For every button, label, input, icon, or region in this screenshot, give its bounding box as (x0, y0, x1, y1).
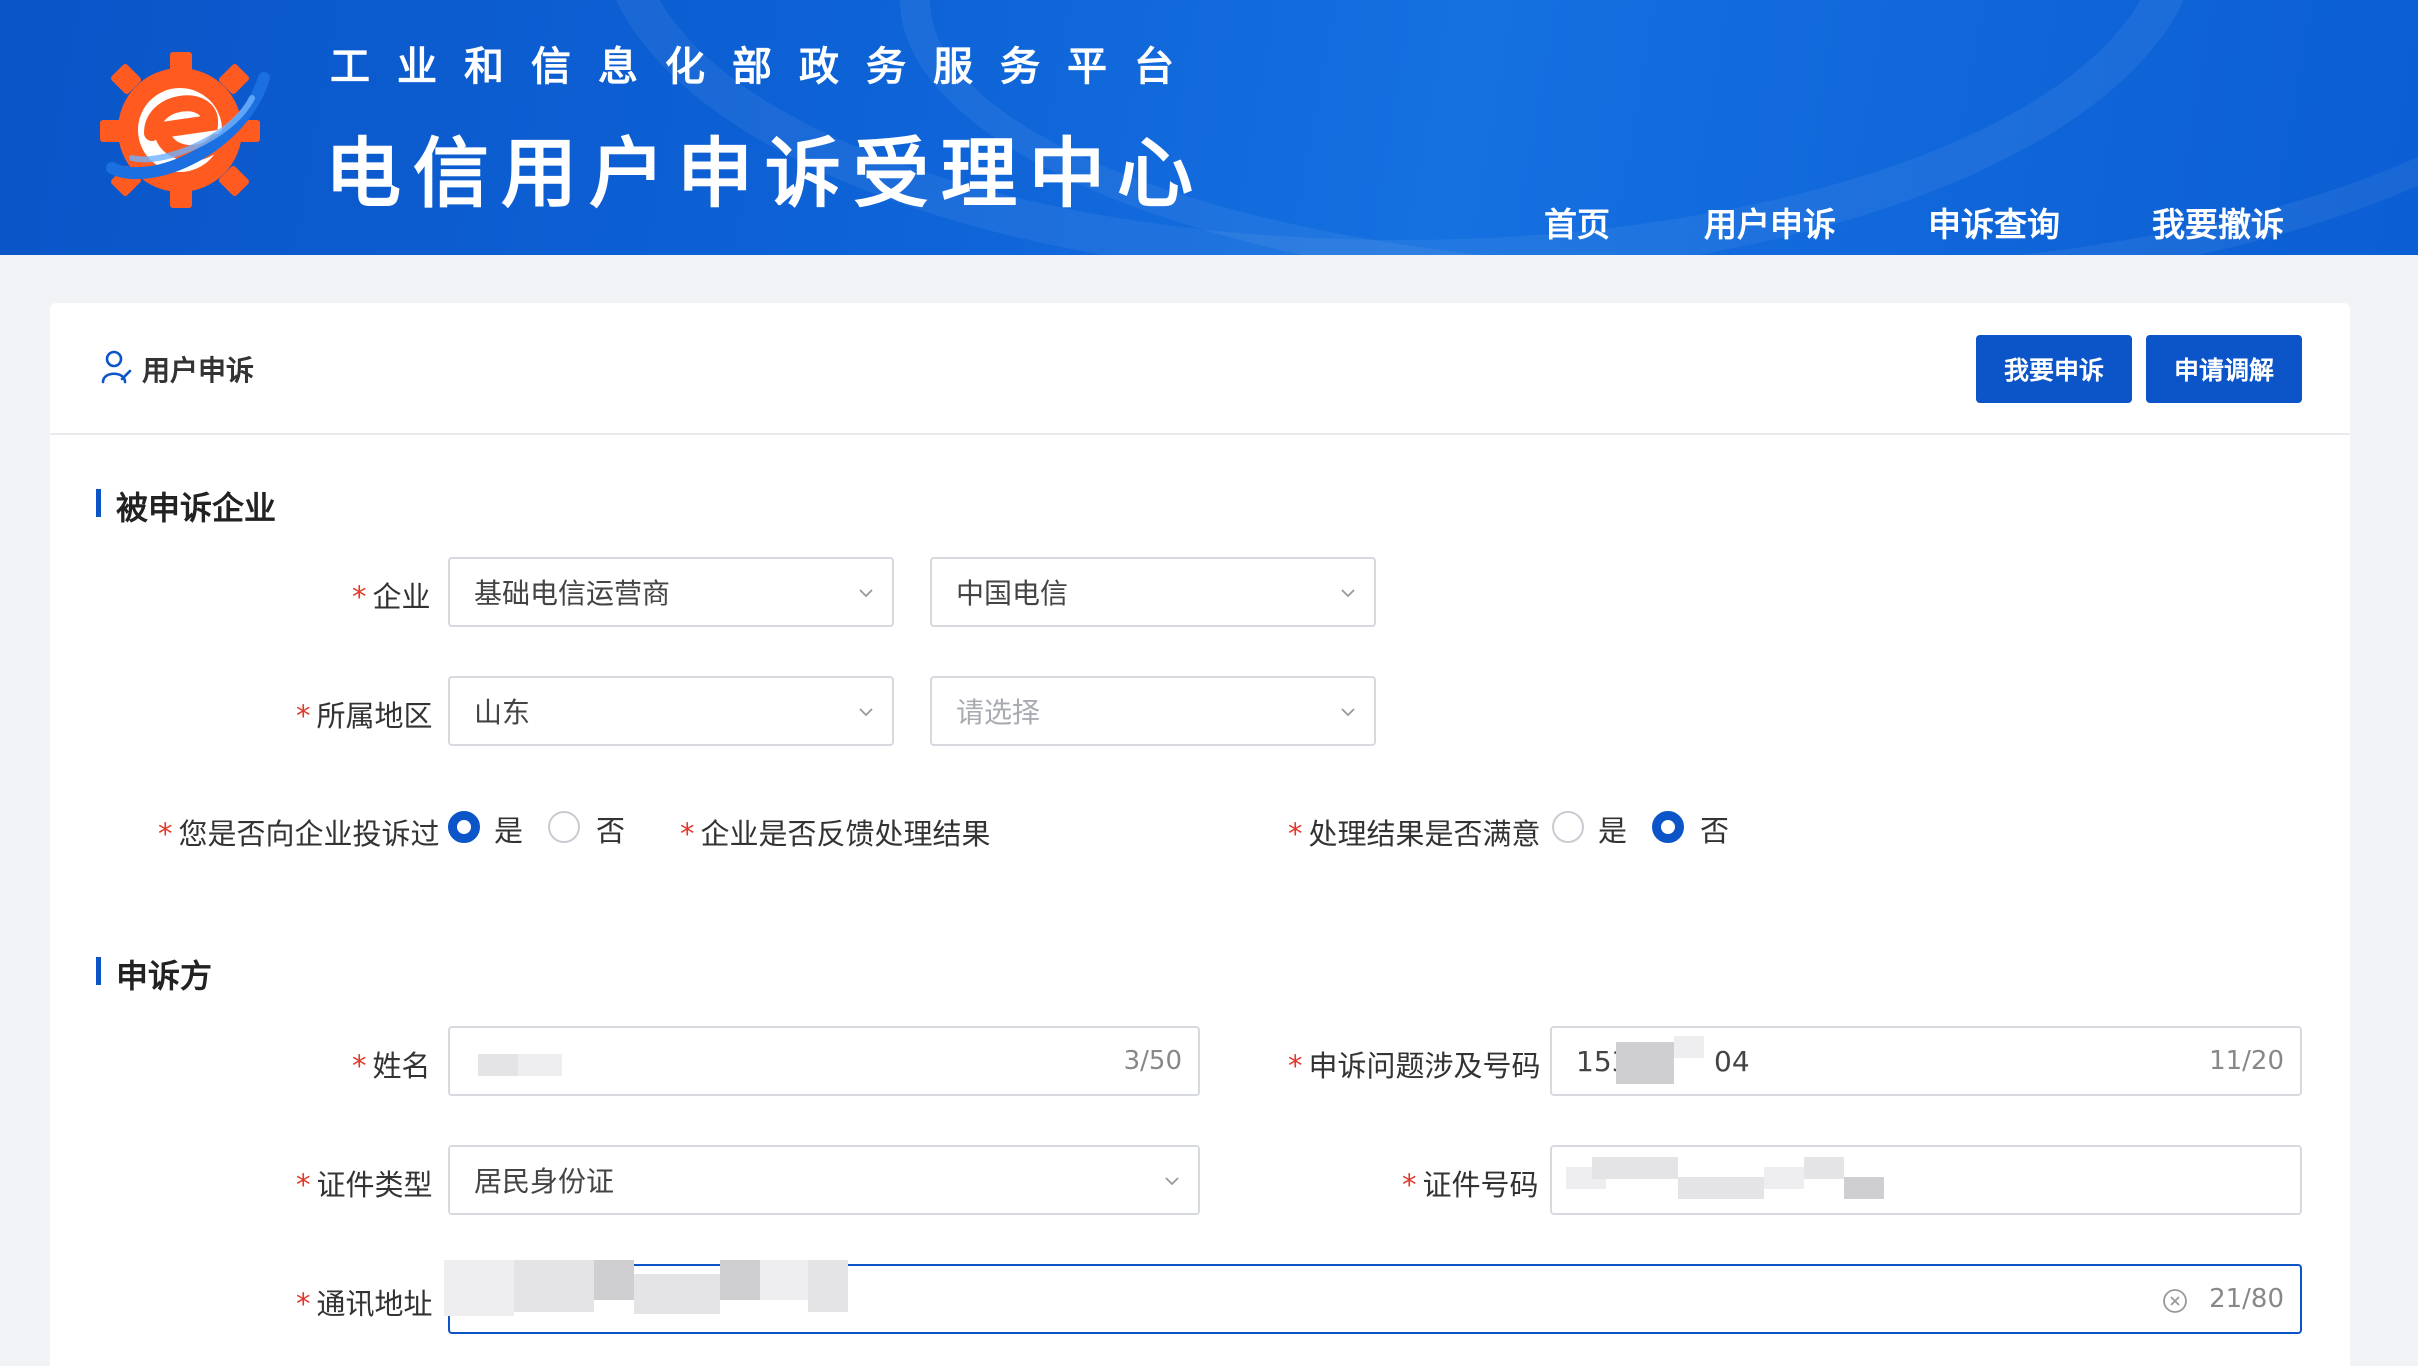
address-counter: 21/80 (2209, 1284, 2284, 1314)
chevron-down-icon (859, 708, 873, 717)
city-select[interactable]: 请选择 (930, 676, 1376, 746)
province-value: 山东 (474, 696, 531, 729)
company-select[interactable]: 中国电信 (930, 557, 1376, 627)
redacted-text (594, 1260, 634, 1300)
section-title-enterprise: 被申诉企业 (96, 483, 276, 529)
company-value: 中国电信 (956, 577, 1069, 610)
name-counter: 3/50 (1123, 1046, 1182, 1076)
complained-before-no-radio[interactable] (548, 811, 580, 843)
logo-icon (100, 52, 270, 208)
complain-button[interactable]: 我要申诉 (1976, 335, 2132, 403)
enterprise-type-value: 基础电信运营商 (474, 577, 671, 610)
complained-before-yes-label: 是 (494, 814, 524, 848)
nav-user-complaint[interactable]: 用户申诉 (1704, 198, 1836, 246)
name-input[interactable]: 3/50 (448, 1026, 1200, 1096)
phone-counter: 11/20 (2209, 1046, 2284, 1076)
name-label: * 姓名 (352, 1049, 431, 1083)
redacted-text (760, 1260, 808, 1300)
nav-withdraw[interactable]: 我要撤诉 (2152, 198, 2284, 246)
chevron-down-icon (1341, 589, 1355, 598)
complained-before-no-label: 否 (596, 814, 626, 848)
center-title: 电信用户申诉受理中心 (325, 129, 1205, 218)
satisfied-yes-label: 是 (1598, 814, 1628, 848)
redacted-text (1844, 1177, 1884, 1199)
clear-icon[interactable] (2162, 1288, 2188, 1314)
address-label: * 通讯地址 (296, 1287, 433, 1321)
platform-title: 工业和信息化部政务服务平台 (330, 44, 1201, 90)
card-title: 用户申诉 (142, 354, 255, 387)
nav-home[interactable]: 首页 (1544, 198, 1610, 246)
redacted-text (1804, 1157, 1844, 1179)
phone-input[interactable]: 153 04 11/20 (1550, 1026, 2302, 1096)
redacted-text (444, 1260, 514, 1316)
satisfied-label: * 处理结果是否满意 (1288, 817, 1541, 851)
complaint-card: 用户申诉 我要申诉 申请调解 被申诉企业 * 企业 基础电信运营商 中国电信 * 所… (50, 303, 2350, 1366)
address-input[interactable]: 21/80 (444, 1260, 2302, 1334)
mediation-button[interactable]: 申请调解 (2146, 335, 2302, 403)
enterprise-type-select[interactable]: 基础电信运营商 (448, 557, 894, 627)
id-type-label: * 证件类型 (296, 1168, 433, 1202)
phone-suffix: 04 (1714, 1044, 1750, 1078)
satisfied-no-label: 否 (1700, 814, 1730, 848)
redacted-text (518, 1054, 562, 1076)
redacted-text (808, 1260, 848, 1312)
city-placeholder: 请选择 (956, 696, 1041, 729)
chevron-down-icon (1341, 708, 1355, 717)
satisfied-no-radio[interactable] (1652, 811, 1684, 843)
redacted-text (1592, 1157, 1678, 1179)
satisfied-yes-radio[interactable] (1552, 811, 1584, 843)
complained-before-yes-radio[interactable] (448, 811, 480, 843)
redacted-text (1678, 1177, 1764, 1199)
redacted-text (634, 1274, 720, 1314)
enterprise-label: * 企业 (352, 580, 431, 614)
id-number-label: * 证件号码 (1402, 1168, 1539, 1202)
redacted-text (1764, 1167, 1804, 1189)
id-type-value: 居民身份证 (474, 1165, 615, 1198)
card-header: 用户申诉 我要申诉 申请调解 (50, 303, 2350, 435)
phone-label: * 申诉问题涉及号码 (1288, 1049, 1541, 1083)
redacted-text (514, 1260, 594, 1312)
chevron-down-icon (859, 589, 873, 598)
redacted-text (478, 1054, 518, 1076)
site-header: 工业和信息化部政务服务平台 电信用户申诉受理中心 首页 用户申诉 申诉查询 我要… (0, 0, 2418, 255)
complained-before-label: * 您是否向企业投诉过 (158, 817, 440, 851)
province-select[interactable]: 山东 (448, 676, 894, 746)
region-label: * 所属地区 (296, 699, 433, 733)
section-title-complainant: 申诉方 (96, 951, 212, 997)
redacted-text (1616, 1042, 1674, 1084)
redacted-text (720, 1260, 760, 1300)
user-icon (101, 350, 132, 384)
chevron-down-icon (1165, 1177, 1179, 1186)
nav-complaint-query[interactable]: 申诉查询 (1928, 198, 2060, 246)
id-type-select[interactable]: 居民身份证 (448, 1145, 1200, 1215)
feedback-label: * 企业是否反馈处理结果 (680, 817, 991, 851)
redacted-text (1674, 1036, 1704, 1058)
id-number-input[interactable] (1550, 1145, 2302, 1215)
